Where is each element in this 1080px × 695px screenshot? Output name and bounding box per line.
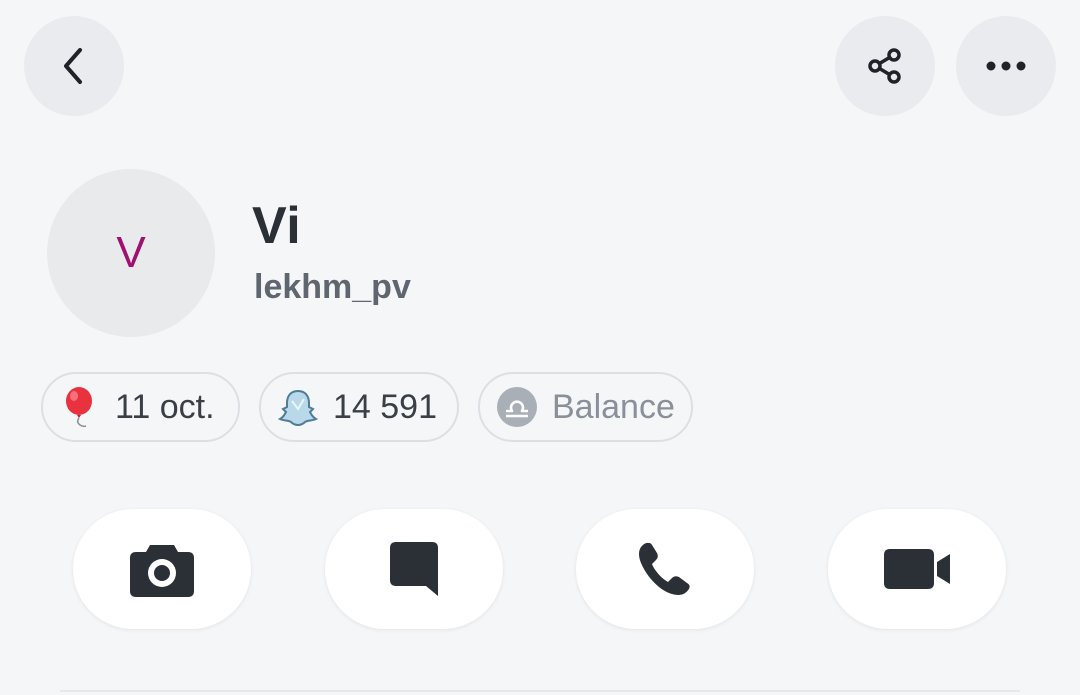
video-camera-icon [884, 549, 950, 589]
camera-button[interactable] [73, 509, 251, 629]
camera-icon [130, 545, 194, 597]
libra-icon [496, 386, 538, 428]
share-icon [868, 48, 901, 84]
zodiac-label: Balance [552, 387, 675, 426]
back-button[interactable] [24, 16, 124, 116]
phone-icon [639, 542, 690, 595]
username: lekhm_pv [254, 268, 411, 306]
chat-icon [390, 542, 438, 596]
display-name: Vi [252, 197, 302, 255]
birthday-label: 11 oct. [115, 387, 215, 426]
birthday-chip[interactable]: 11 oct. [41, 372, 240, 442]
share-button[interactable] [835, 16, 935, 116]
avatar-initial: V [116, 228, 146, 277]
balloon-icon [59, 386, 101, 428]
call-button[interactable] [576, 509, 754, 629]
snap-score-label: 14 591 [333, 387, 437, 426]
chevron-left-icon [64, 48, 82, 84]
chat-button[interactable] [325, 509, 503, 629]
divider [60, 690, 1020, 692]
snap-score-chip[interactable]: 14 591 [259, 372, 459, 442]
video-call-button[interactable] [828, 509, 1006, 629]
more-horizontal-icon [986, 61, 1026, 71]
zodiac-chip[interactable]: Balance [478, 372, 693, 442]
avatar[interactable]: V [47, 169, 215, 337]
ghost-icon [277, 386, 319, 428]
more-options-button[interactable] [956, 16, 1056, 116]
